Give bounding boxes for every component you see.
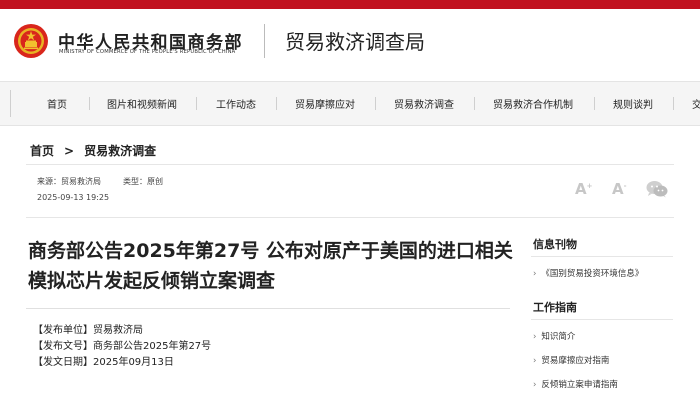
sidebar-link-antidumping-guide[interactable]: › 反倾销立案申请指南 (533, 378, 618, 390)
sidebar-guide-title: 工作指南 (533, 301, 577, 314)
sidebar-link-publication[interactable]: › 《国别贸易投资环境信息》 (533, 267, 643, 279)
sidebar-publications-title: 信息刊物 (533, 238, 577, 251)
nav-divider (276, 97, 277, 110)
header-divider (264, 24, 265, 58)
nav-divider (89, 97, 90, 110)
breadcrumb: 首页 > 贸易救济调查 (30, 142, 156, 159)
chevron-right-icon: › (533, 332, 537, 342)
divider (531, 256, 673, 257)
nav-item-home[interactable]: 首页 (47, 96, 67, 111)
site-header: 中华人民共和国商务部 MINISTRY OF COMMERCE OF THE P… (0, 9, 700, 73)
wechat-share-button[interactable] (646, 180, 668, 198)
top-red-bar (0, 0, 700, 9)
nav-item-work-news[interactable]: 工作动态 (216, 96, 256, 111)
nav-divider (673, 97, 674, 110)
divider (531, 319, 673, 320)
chevron-right-icon: › (533, 380, 537, 390)
chevron-right-icon: › (533, 356, 537, 366)
divider (26, 217, 674, 218)
font-decrease-button[interactable]: A- (612, 180, 627, 198)
article-date: 2025-09-13 19:25 (37, 193, 110, 202)
breadcrumb-separator: > (64, 144, 75, 158)
nav-divider (10, 90, 11, 117)
plus-icon: + (586, 182, 593, 190)
article-doc-number: 【发布文号】商务部公告2025年第27号 (33, 341, 212, 352)
nav-item-overflow[interactable]: 交 (692, 96, 700, 111)
national-emblem-icon (14, 24, 48, 58)
divider (26, 164, 674, 165)
divider (26, 308, 510, 309)
nav-item-trade-remedy-investigation[interactable]: 贸易救济调查 (394, 96, 454, 111)
article-type: 类型：原创 (123, 177, 163, 186)
breadcrumb-home[interactable]: 首页 (30, 142, 54, 159)
nav-divider (375, 97, 376, 110)
nav-item-cooperation-mechanism[interactable]: 贸易救济合作机制 (493, 96, 573, 111)
article-title: 商务部公告2025年第27号 公布对原产于美国的进口相关模拟芯片发起反倾销立案调… (28, 240, 513, 292)
breadcrumb-current[interactable]: 贸易救济调查 (84, 142, 156, 159)
nav-item-rules-negotiation[interactable]: 规则谈判 (613, 96, 653, 111)
bureau-name[interactable]: 贸易救济调查局 (285, 26, 425, 55)
nav-item-photo-video-news[interactable]: 图片和视频新闻 (107, 96, 177, 111)
ministry-name-en: MINISTRY OF COMMERCE OF THE PEOPLE'S REP… (59, 49, 236, 55)
font-large-icon: A (575, 180, 587, 198)
font-increase-button[interactable]: A+ (575, 180, 592, 198)
article-issuer: 【发布单位】贸易救济局 (33, 325, 143, 336)
article-meta: 来源：贸易救济局 类型：原创 (37, 176, 163, 187)
font-small-icon: A (612, 180, 624, 198)
nav-divider (474, 97, 475, 110)
nav-item-trade-friction[interactable]: 贸易摩擦应对 (295, 96, 355, 111)
article-issue-date: 【发文日期】2025年09月13日 (33, 357, 174, 368)
nav-divider (594, 97, 595, 110)
article-source: 来源：贸易救济局 (37, 177, 101, 186)
sidebar-link-knowledge-intro[interactable]: › 知识简介 (533, 330, 575, 342)
sidebar-link-friction-guide[interactable]: › 贸易摩擦应对指南 (533, 354, 609, 366)
wechat-icon (646, 181, 668, 198)
main-nav: 首页 图片和视频新闻 工作动态 贸易摩擦应对 贸易救济调查 贸易救济合作机制 规… (0, 81, 700, 126)
chevron-right-icon: › (533, 269, 537, 279)
minus-icon: - (623, 182, 627, 190)
nav-divider (196, 97, 197, 110)
